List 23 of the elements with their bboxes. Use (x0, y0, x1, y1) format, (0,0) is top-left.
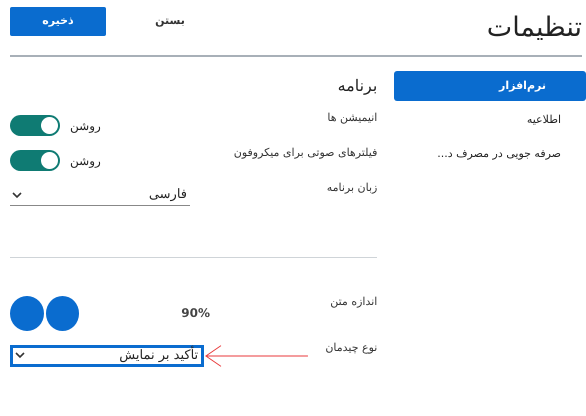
setting-label: اندازه متن (329, 294, 378, 310)
setting-label: زبان برنامه (326, 180, 378, 196)
toggle-switch[interactable] (10, 115, 60, 136)
value-text: 90% (181, 305, 210, 322)
sidebar-item[interactable]: اطلاعیه (394, 105, 586, 135)
toggle-switch[interactable] (10, 150, 60, 171)
section-title: برنامه (338, 76, 378, 95)
dropdown-field[interactable]: تأکید بر نمایش (10, 344, 204, 366)
close-button[interactable]: بستن (122, 7, 218, 36)
chevron-down-icon (15, 352, 25, 359)
save-button[interactable]: ذخیره (10, 7, 106, 36)
setting-label: انیمیشن ها (326, 110, 378, 126)
round-button[interactable] (10, 296, 44, 330)
setting-label: نوع چیدمان (324, 340, 378, 356)
toggle-state: روشن (70, 118, 101, 134)
chevron-down-icon (12, 192, 22, 198)
setting-label: فیلترهای صوتی برای میکروفون (232, 145, 378, 161)
sidebar-item[interactable]: صرفه جویی در مصرف د... (394, 139, 586, 169)
page-title: تنظیمات (486, 14, 582, 41)
toggle-state: روشن (70, 152, 101, 170)
dropdown-field[interactable]: فارسی (10, 186, 190, 206)
round-button[interactable] (46, 296, 80, 330)
sidebar-item[interactable]: نرم‌افزار (394, 71, 586, 101)
